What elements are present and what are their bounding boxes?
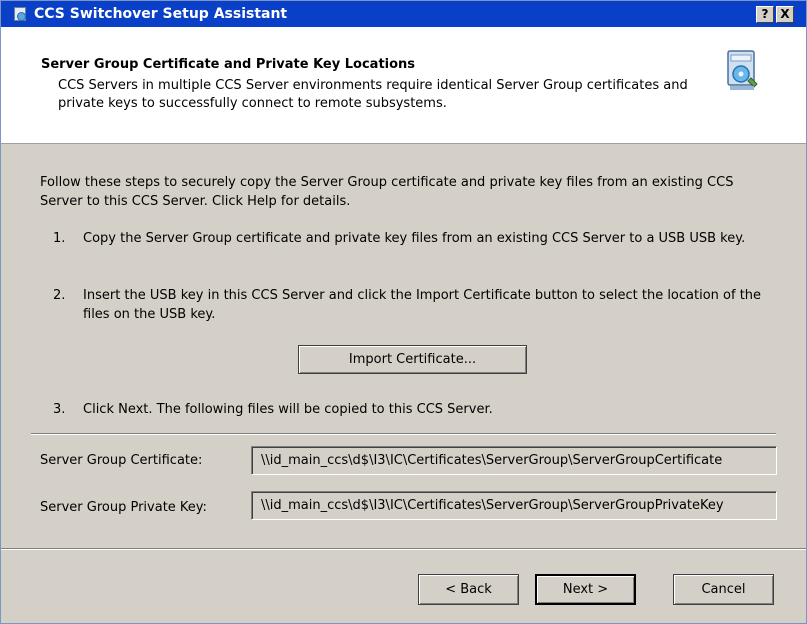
- page-title: Server Group Certificate and Private Key…: [41, 57, 416, 72]
- import-certificate-button[interactable]: Import Certificate...: [298, 345, 527, 374]
- back-button[interactable]: < Back: [418, 574, 519, 605]
- window-title: CCS Switchover Setup Assistant: [34, 6, 288, 22]
- title-bar[interactable]: CCS Switchover Setup Assistant ? X: [1, 1, 806, 27]
- installer-box-icon: [724, 48, 760, 94]
- page-description: CCS Servers in multiple CCS Server envir…: [58, 78, 688, 111]
- certificate-label: Server Group Certificate:: [40, 453, 203, 468]
- cancel-button[interactable]: Cancel: [673, 574, 774, 605]
- close-button[interactable]: X: [776, 6, 794, 23]
- step-text: Click Next. The following files will be …: [83, 402, 493, 417]
- step-number: 2.: [53, 288, 66, 303]
- step-text: Copy the Server Group certificate and pr…: [83, 231, 746, 246]
- step-number: 3.: [53, 402, 66, 417]
- instructions-text: Follow these steps to securely copy the …: [40, 175, 734, 209]
- footer-separator: [1, 548, 806, 550]
- certificate-path-value: \\id_main_ccs\d$\I3\IC\Certificates\Serv…: [261, 453, 723, 468]
- private-key-path-field[interactable]: \\id_main_ccs\d$\I3\IC\Certificates\Serv…: [251, 491, 777, 520]
- separator: [31, 433, 776, 435]
- private-key-path-value: \\id_main_ccs\d$\I3\IC\Certificates\Serv…: [261, 498, 724, 513]
- setup-assistant-window: CCS Switchover Setup Assistant ? X Serve…: [0, 0, 807, 624]
- installer-icon: [12, 6, 28, 22]
- certificate-path-field[interactable]: \\id_main_ccs\d$\I3\IC\Certificates\Serv…: [251, 446, 777, 475]
- step-text: Insert the USB key in this CCS Server an…: [83, 288, 762, 322]
- next-button[interactable]: Next >: [535, 574, 636, 605]
- step-number: 1.: [53, 231, 66, 246]
- help-button[interactable]: ?: [756, 6, 774, 23]
- private-key-label: Server Group Private Key:: [40, 500, 207, 515]
- wizard-header: Server Group Certificate and Private Key…: [1, 27, 806, 144]
